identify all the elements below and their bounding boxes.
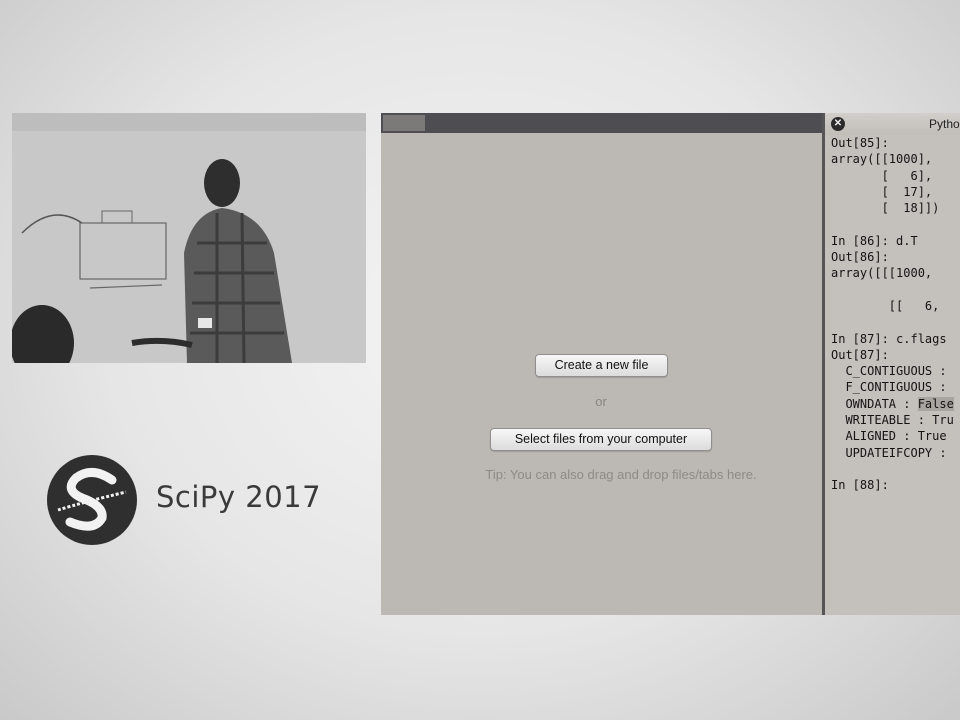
console-line: WRITEABLE : Tru [831,413,954,428]
console-line: Out[86]: [831,250,889,265]
console-line: UPDATEIFCOPY : [831,445,947,460]
console-line-owndata: OWNDATA : False [831,396,960,412]
console-line: array([[1000], [831,152,933,167]
console-prompt[interactable]: In [88]: [831,477,960,493]
owndata-value: False [917,396,954,411]
drag-drop-tip: Tip: You can also drag and drop files/ta… [485,467,757,482]
file-drop-area[interactable]: Create a new file or Select files from y… [381,133,825,615]
console-line: array([[[1000, [831,266,933,281]
or-separator: or [595,394,607,409]
console-line: Out[85]: [831,136,889,150]
console-line: [ 18]]) [831,201,940,216]
close-icon[interactable]: ✕ [831,117,845,131]
console-line: In [87]: c.flags [831,331,947,346]
editor-tab[interactable] [383,115,425,131]
select-files-button[interactable]: Select files from your computer [490,428,712,451]
conference-name: SciPy 2017 [156,480,322,514]
console-line: C_CONTIGUOUS : [831,364,947,379]
editor-window: Create a new file or Select files from y… [381,113,960,615]
console-output[interactable]: Out[85]: array([[1000], [ 6], [ 17], [ 1… [831,135,960,494]
console-line: In [86]: d.T [831,233,918,248]
python-console-pane[interactable]: ✕ Pytho Out[85]: array([[1000], [ 6], [ … [825,113,960,615]
console-line: [[ 6, [831,298,940,313]
editor-tab-bar [381,113,825,133]
console-line: ALIGNED : True [831,429,947,444]
console-line: [ 6], [831,168,933,183]
speaker-video-frame [12,113,366,363]
console-line-owndata-label: OWNDATA : [831,396,918,411]
console-line: [ 17], [831,184,933,199]
console-header: ✕ Pytho [825,113,960,135]
scipy-logo-icon [47,455,137,545]
speaker-video [12,113,366,363]
create-new-file-button[interactable]: Create a new file [535,354,668,377]
console-title: Pytho [929,117,960,131]
console-line: Out[87]: [831,347,889,362]
console-line: F_CONTIGUOUS : [831,380,947,395]
